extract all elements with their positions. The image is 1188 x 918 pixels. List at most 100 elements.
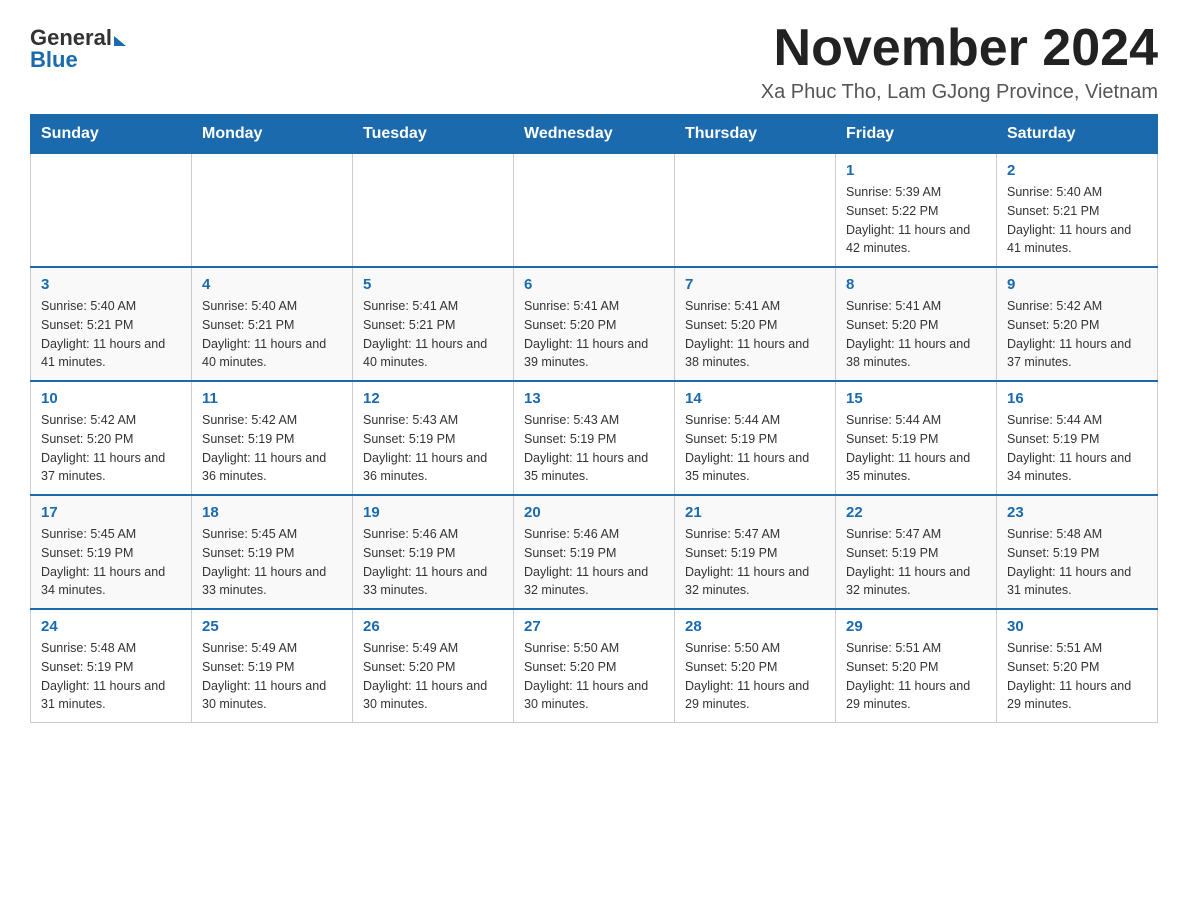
day-info: Sunrise: 5:45 AM Sunset: 5:19 PM Dayligh…: [41, 525, 181, 600]
calendar-cell: [192, 154, 353, 268]
day-number: 29: [846, 618, 986, 635]
weekday-header-saturday: Saturday: [997, 115, 1158, 154]
calendar-cell: 28Sunrise: 5:50 AM Sunset: 5:20 PM Dayli…: [675, 609, 836, 723]
day-info: Sunrise: 5:46 AM Sunset: 5:19 PM Dayligh…: [524, 525, 664, 600]
calendar-cell: 16Sunrise: 5:44 AM Sunset: 5:19 PM Dayli…: [997, 381, 1158, 495]
calendar-cell: 11Sunrise: 5:42 AM Sunset: 5:19 PM Dayli…: [192, 381, 353, 495]
day-info: Sunrise: 5:49 AM Sunset: 5:19 PM Dayligh…: [202, 639, 342, 714]
weekday-header-tuesday: Tuesday: [353, 115, 514, 154]
weekday-header-monday: Monday: [192, 115, 353, 154]
day-info: Sunrise: 5:44 AM Sunset: 5:19 PM Dayligh…: [685, 411, 825, 486]
calendar-cell: 19Sunrise: 5:46 AM Sunset: 5:19 PM Dayli…: [353, 495, 514, 609]
day-number: 16: [1007, 390, 1147, 407]
day-info: Sunrise: 5:51 AM Sunset: 5:20 PM Dayligh…: [846, 639, 986, 714]
day-number: 14: [685, 390, 825, 407]
day-info: Sunrise: 5:44 AM Sunset: 5:19 PM Dayligh…: [846, 411, 986, 486]
calendar-cell: 25 Sunrise: 5:49 AM Sunset: 5:19 PM Dayli…: [192, 609, 353, 723]
day-info: Sunrise: 5:40 AM Sunset: 5:21 PM Dayligh…: [202, 297, 342, 372]
calendar-week-row: 17 Sunrise: 5:45 AM Sunset: 5:19 PM Dayli…: [31, 495, 1158, 609]
calendar-cell: [514, 154, 675, 268]
day-number: 8: [846, 276, 986, 293]
calendar-cell: 10 Sunrise: 5:42 AM Sunset: 5:20 PM Dayli…: [31, 381, 192, 495]
day-info: Sunrise: 5:47 AM Sunset: 5:19 PM Dayligh…: [685, 525, 825, 600]
weekday-header-sunday: Sunday: [31, 115, 192, 154]
calendar-cell: 20 Sunrise: 5:46 AM Sunset: 5:19 PM Dayli…: [514, 495, 675, 609]
calendar-cell: 4 Sunrise: 5:40 AM Sunset: 5:21 PM Daylig…: [192, 267, 353, 381]
day-number: 17: [41, 504, 181, 521]
day-number: 10: [41, 390, 181, 407]
day-info: Sunrise: 5:46 AM Sunset: 5:19 PM Dayligh…: [363, 525, 503, 600]
calendar-week-row: 1 Sunrise: 5:39 AM Sunset: 5:22 PM Daylig…: [31, 154, 1158, 268]
calendar-cell: [675, 154, 836, 268]
day-number: 27: [524, 618, 664, 635]
day-number: 25: [202, 618, 342, 635]
calendar-week-row: 3Sunrise: 5:40 AM Sunset: 5:21 PM Daylig…: [31, 267, 1158, 381]
day-number: 24: [41, 618, 181, 635]
day-info: Sunrise: 5:41 AM Sunset: 5:20 PM Dayligh…: [846, 297, 986, 372]
title-block: November 2024 Xa Phuc Tho, Lam GJong Pro…: [761, 20, 1158, 104]
calendar-cell: 21Sunrise: 5:47 AM Sunset: 5:19 PM Dayli…: [675, 495, 836, 609]
calendar-table: SundayMondayTuesdayWednesdayThursdayFrid…: [30, 114, 1158, 723]
day-info: Sunrise: 5:39 AM Sunset: 5:22 PM Dayligh…: [846, 183, 986, 258]
calendar-cell: 15 Sunrise: 5:44 AM Sunset: 5:19 PM Dayli…: [836, 381, 997, 495]
calendar-week-row: 10 Sunrise: 5:42 AM Sunset: 5:20 PM Dayli…: [31, 381, 1158, 495]
day-number: 26: [363, 618, 503, 635]
calendar-cell: 22Sunrise: 5:47 AM Sunset: 5:19 PM Dayli…: [836, 495, 997, 609]
day-info: Sunrise: 5:40 AM Sunset: 5:21 PM Dayligh…: [1007, 183, 1147, 258]
day-info: Sunrise: 5:43 AM Sunset: 5:19 PM Dayligh…: [524, 411, 664, 486]
calendar-cell: 18Sunrise: 5:45 AM Sunset: 5:19 PM Dayli…: [192, 495, 353, 609]
day-number: 15: [846, 390, 986, 407]
day-number: 13: [524, 390, 664, 407]
header: General Blue November 2024 Xa Phuc Tho, …: [30, 20, 1158, 104]
location-title: Xa Phuc Tho, Lam GJong Province, Vietnam: [761, 81, 1158, 104]
logo: General Blue: [30, 20, 126, 73]
day-info: Sunrise: 5:49 AM Sunset: 5:20 PM Dayligh…: [363, 639, 503, 714]
day-info: Sunrise: 5:40 AM Sunset: 5:21 PM Dayligh…: [41, 297, 181, 372]
calendar-cell: 3Sunrise: 5:40 AM Sunset: 5:21 PM Daylig…: [31, 267, 192, 381]
weekday-header-wednesday: Wednesday: [514, 115, 675, 154]
day-number: 23: [1007, 504, 1147, 521]
calendar-cell: 24 Sunrise: 5:48 AM Sunset: 5:19 PM Dayli…: [31, 609, 192, 723]
day-number: 12: [363, 390, 503, 407]
day-number: 30: [1007, 618, 1147, 635]
day-info: Sunrise: 5:51 AM Sunset: 5:20 PM Dayligh…: [1007, 639, 1147, 714]
day-number: 28: [685, 618, 825, 635]
day-number: 11: [202, 390, 342, 407]
day-info: Sunrise: 5:48 AM Sunset: 5:19 PM Dayligh…: [1007, 525, 1147, 600]
month-title: November 2024: [761, 20, 1158, 77]
weekday-header-friday: Friday: [836, 115, 997, 154]
day-info: Sunrise: 5:42 AM Sunset: 5:20 PM Dayligh…: [41, 411, 181, 486]
day-number: 1: [846, 162, 986, 179]
weekday-header-thursday: Thursday: [675, 115, 836, 154]
calendar-cell: 30 Sunrise: 5:51 AM Sunset: 5:20 PM Dayli…: [997, 609, 1158, 723]
calendar-cell: 6 Sunrise: 5:41 AM Sunset: 5:20 PM Daylig…: [514, 267, 675, 381]
calendar-cell: 13 Sunrise: 5:43 AM Sunset: 5:19 PM Dayli…: [514, 381, 675, 495]
day-info: Sunrise: 5:48 AM Sunset: 5:19 PM Dayligh…: [41, 639, 181, 714]
day-number: 7: [685, 276, 825, 293]
calendar-cell: 2 Sunrise: 5:40 AM Sunset: 5:21 PM Daylig…: [997, 154, 1158, 268]
day-number: 9: [1007, 276, 1147, 293]
logo-blue-text: Blue: [30, 47, 126, 73]
calendar-cell: 7 Sunrise: 5:41 AM Sunset: 5:20 PM Daylig…: [675, 267, 836, 381]
calendar-cell: 29 Sunrise: 5:51 AM Sunset: 5:20 PM Dayli…: [836, 609, 997, 723]
day-number: 5: [363, 276, 503, 293]
calendar-cell: 1 Sunrise: 5:39 AM Sunset: 5:22 PM Daylig…: [836, 154, 997, 268]
calendar-cell: 17 Sunrise: 5:45 AM Sunset: 5:19 PM Dayli…: [31, 495, 192, 609]
day-info: Sunrise: 5:41 AM Sunset: 5:20 PM Dayligh…: [685, 297, 825, 372]
calendar-cell: 12 Sunrise: 5:43 AM Sunset: 5:19 PM Dayli…: [353, 381, 514, 495]
calendar-cell: [31, 154, 192, 268]
calendar-cell: 9Sunrise: 5:42 AM Sunset: 5:20 PM Daylig…: [997, 267, 1158, 381]
day-number: 22: [846, 504, 986, 521]
day-info: Sunrise: 5:45 AM Sunset: 5:19 PM Dayligh…: [202, 525, 342, 600]
day-number: 6: [524, 276, 664, 293]
calendar-cell: 14 Sunrise: 5:44 AM Sunset: 5:19 PM Dayli…: [675, 381, 836, 495]
day-number: 4: [202, 276, 342, 293]
day-info: Sunrise: 5:50 AM Sunset: 5:20 PM Dayligh…: [524, 639, 664, 714]
calendar-cell: 5Sunrise: 5:41 AM Sunset: 5:21 PM Daylig…: [353, 267, 514, 381]
calendar-cell: [353, 154, 514, 268]
logo-triangle-icon: [114, 36, 126, 46]
day-number: 2: [1007, 162, 1147, 179]
day-number: 20: [524, 504, 664, 521]
day-info: Sunrise: 5:43 AM Sunset: 5:19 PM Dayligh…: [363, 411, 503, 486]
day-info: Sunrise: 5:41 AM Sunset: 5:20 PM Dayligh…: [524, 297, 664, 372]
